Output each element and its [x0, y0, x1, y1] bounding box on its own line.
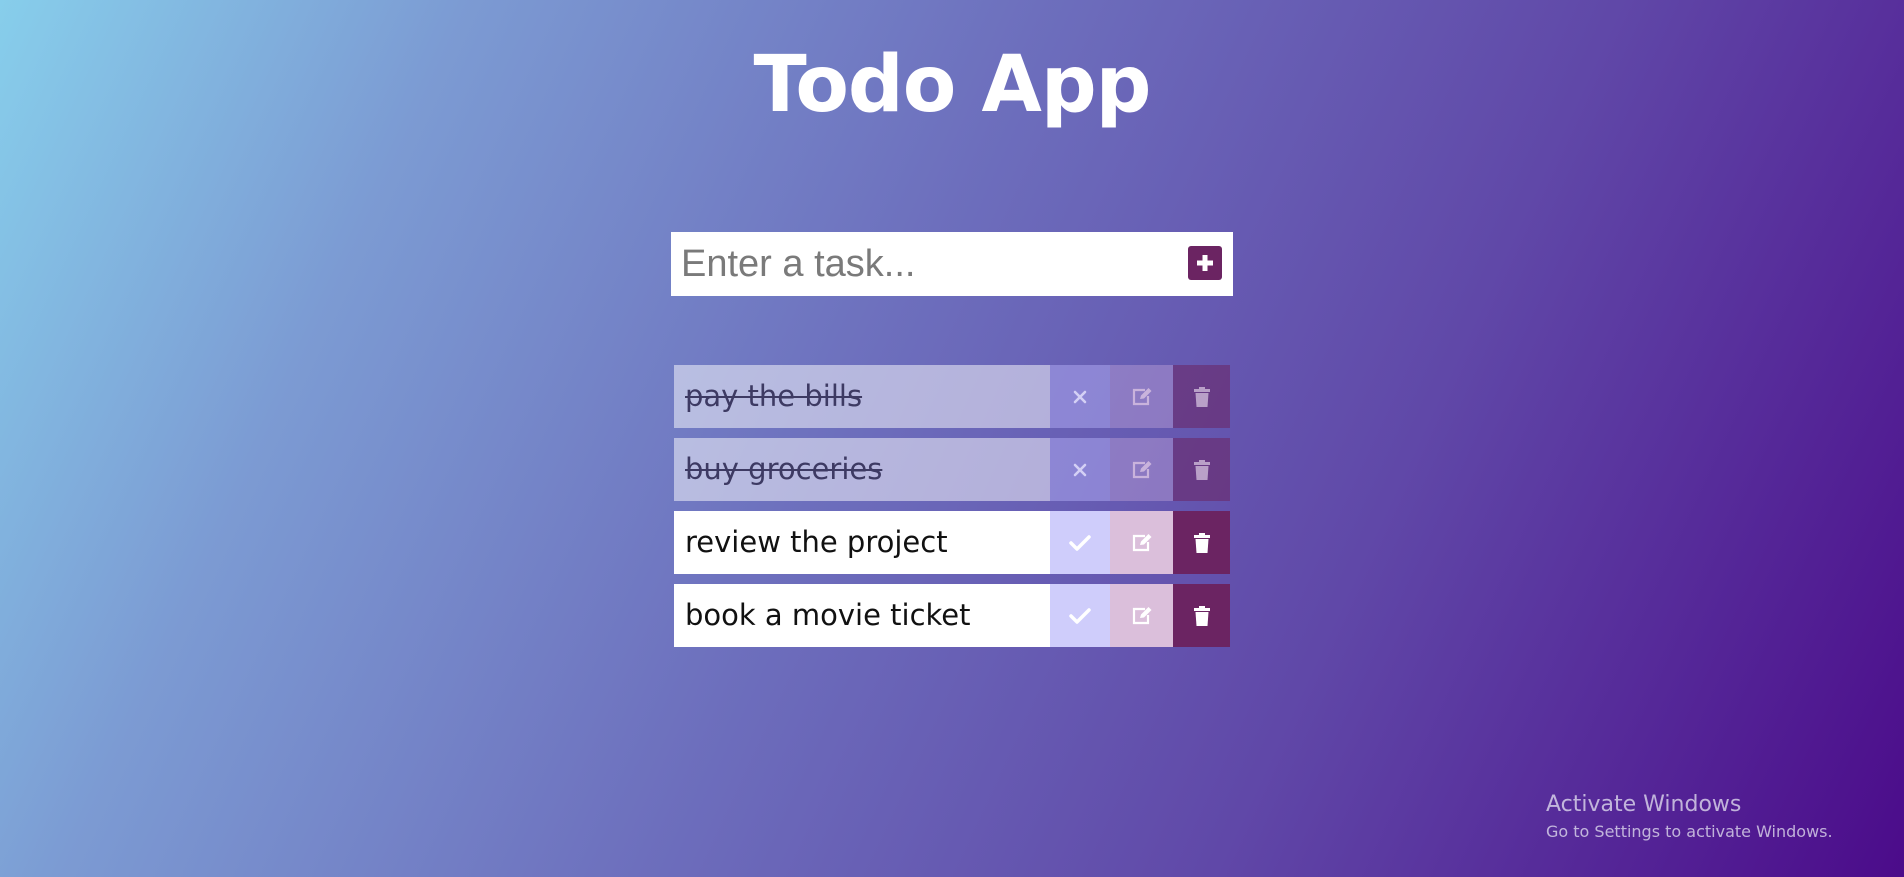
trash-icon	[1193, 459, 1210, 480]
todo-item: buy groceries	[674, 438, 1230, 501]
check-icon	[1069, 534, 1091, 551]
edit-icon	[1132, 533, 1151, 551]
todo-text: buy groceries	[674, 438, 1050, 501]
x-icon	[1073, 463, 1087, 476]
edit-icon	[1132, 387, 1151, 405]
edit-button[interactable]	[1110, 511, 1173, 574]
plus-icon	[1197, 255, 1213, 271]
delete-button[interactable]	[1173, 365, 1230, 428]
edit-button[interactable]	[1110, 365, 1173, 428]
task-input[interactable]	[671, 232, 1151, 296]
todo-text: review the project	[674, 511, 1050, 574]
trash-icon	[1193, 386, 1210, 407]
toggle-complete-button[interactable]	[1050, 438, 1110, 501]
task-input-bar	[671, 232, 1233, 296]
trash-icon	[1193, 532, 1210, 553]
todo-item: book a movie ticket	[674, 584, 1230, 647]
edit-icon	[1132, 460, 1151, 478]
toggle-complete-button[interactable]	[1050, 365, 1110, 428]
trash-icon	[1193, 605, 1210, 626]
check-icon	[1069, 607, 1091, 624]
toggle-complete-button[interactable]	[1050, 584, 1110, 647]
watermark-title: Activate Windows	[1546, 792, 1742, 817]
todo-text: book a movie ticket	[674, 584, 1050, 647]
delete-button[interactable]	[1173, 438, 1230, 501]
watermark-subtitle: Go to Settings to activate Windows.	[1546, 822, 1833, 841]
todo-item: review the project	[674, 511, 1230, 574]
page-title: Todo App	[753, 40, 1151, 130]
edit-icon	[1132, 606, 1151, 624]
edit-button[interactable]	[1110, 438, 1173, 501]
delete-button[interactable]	[1173, 511, 1230, 574]
x-icon	[1073, 390, 1087, 403]
todo-text: pay the bills	[674, 365, 1050, 428]
todo-item: pay the bills	[674, 365, 1230, 428]
edit-button[interactable]	[1110, 584, 1173, 647]
activation-watermark: Activate Windows Go to Settings to activ…	[1546, 790, 1833, 844]
add-task-button[interactable]	[1188, 246, 1222, 280]
toggle-complete-button[interactable]	[1050, 511, 1110, 574]
delete-button[interactable]	[1173, 584, 1230, 647]
